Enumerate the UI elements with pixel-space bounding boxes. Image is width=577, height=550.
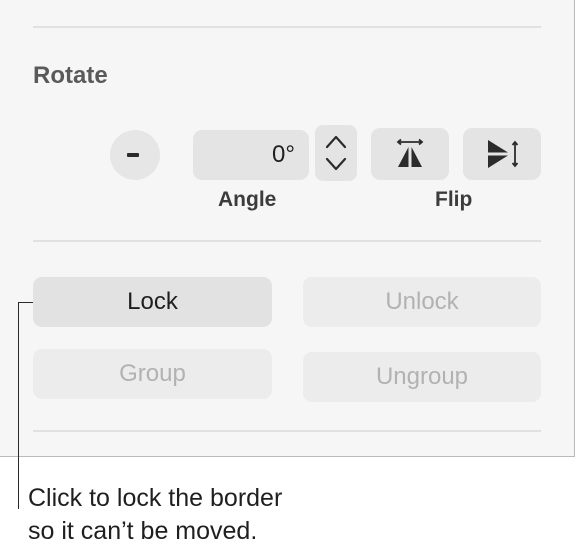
divider: [33, 240, 541, 242]
flip-horizontal-button[interactable]: [371, 128, 449, 180]
chevron-down-icon[interactable]: [324, 155, 348, 173]
divider: [33, 26, 541, 28]
chevron-up-icon[interactable]: [324, 133, 348, 151]
rotation-dial-icon[interactable]: [110, 130, 160, 180]
group-button[interactable]: Group: [33, 349, 272, 399]
angle-label: Angle: [218, 188, 277, 211]
callout-leader-line: [18, 302, 33, 303]
divider: [33, 430, 541, 432]
ungroup-button[interactable]: Ungroup: [303, 352, 541, 402]
callout-line-2: so it can’t be moved.: [28, 517, 258, 545]
unlock-button[interactable]: Unlock: [303, 277, 541, 327]
rotation-dial-indicator: [127, 153, 139, 157]
callout-leader-line: [18, 303, 19, 509]
flip-horizontal-icon: [396, 138, 424, 167]
callout-line-1: Click to lock the border: [28, 484, 283, 512]
rotate-section-title: Rotate: [33, 62, 108, 89]
angle-field[interactable]: 0°: [193, 130, 309, 180]
flip-vertical-icon: [488, 140, 519, 168]
angle-stepper[interactable]: [315, 125, 357, 181]
lock-button[interactable]: Lock: [33, 277, 272, 327]
callout-text: Click to lock the border so it can’t be …: [28, 482, 282, 548]
flip-label: Flip: [435, 188, 473, 211]
flip-vertical-button[interactable]: [463, 128, 541, 180]
format-sidebar-panel: Rotate 0° Angle Flip Lock Unlock Group U…: [0, 0, 575, 457]
